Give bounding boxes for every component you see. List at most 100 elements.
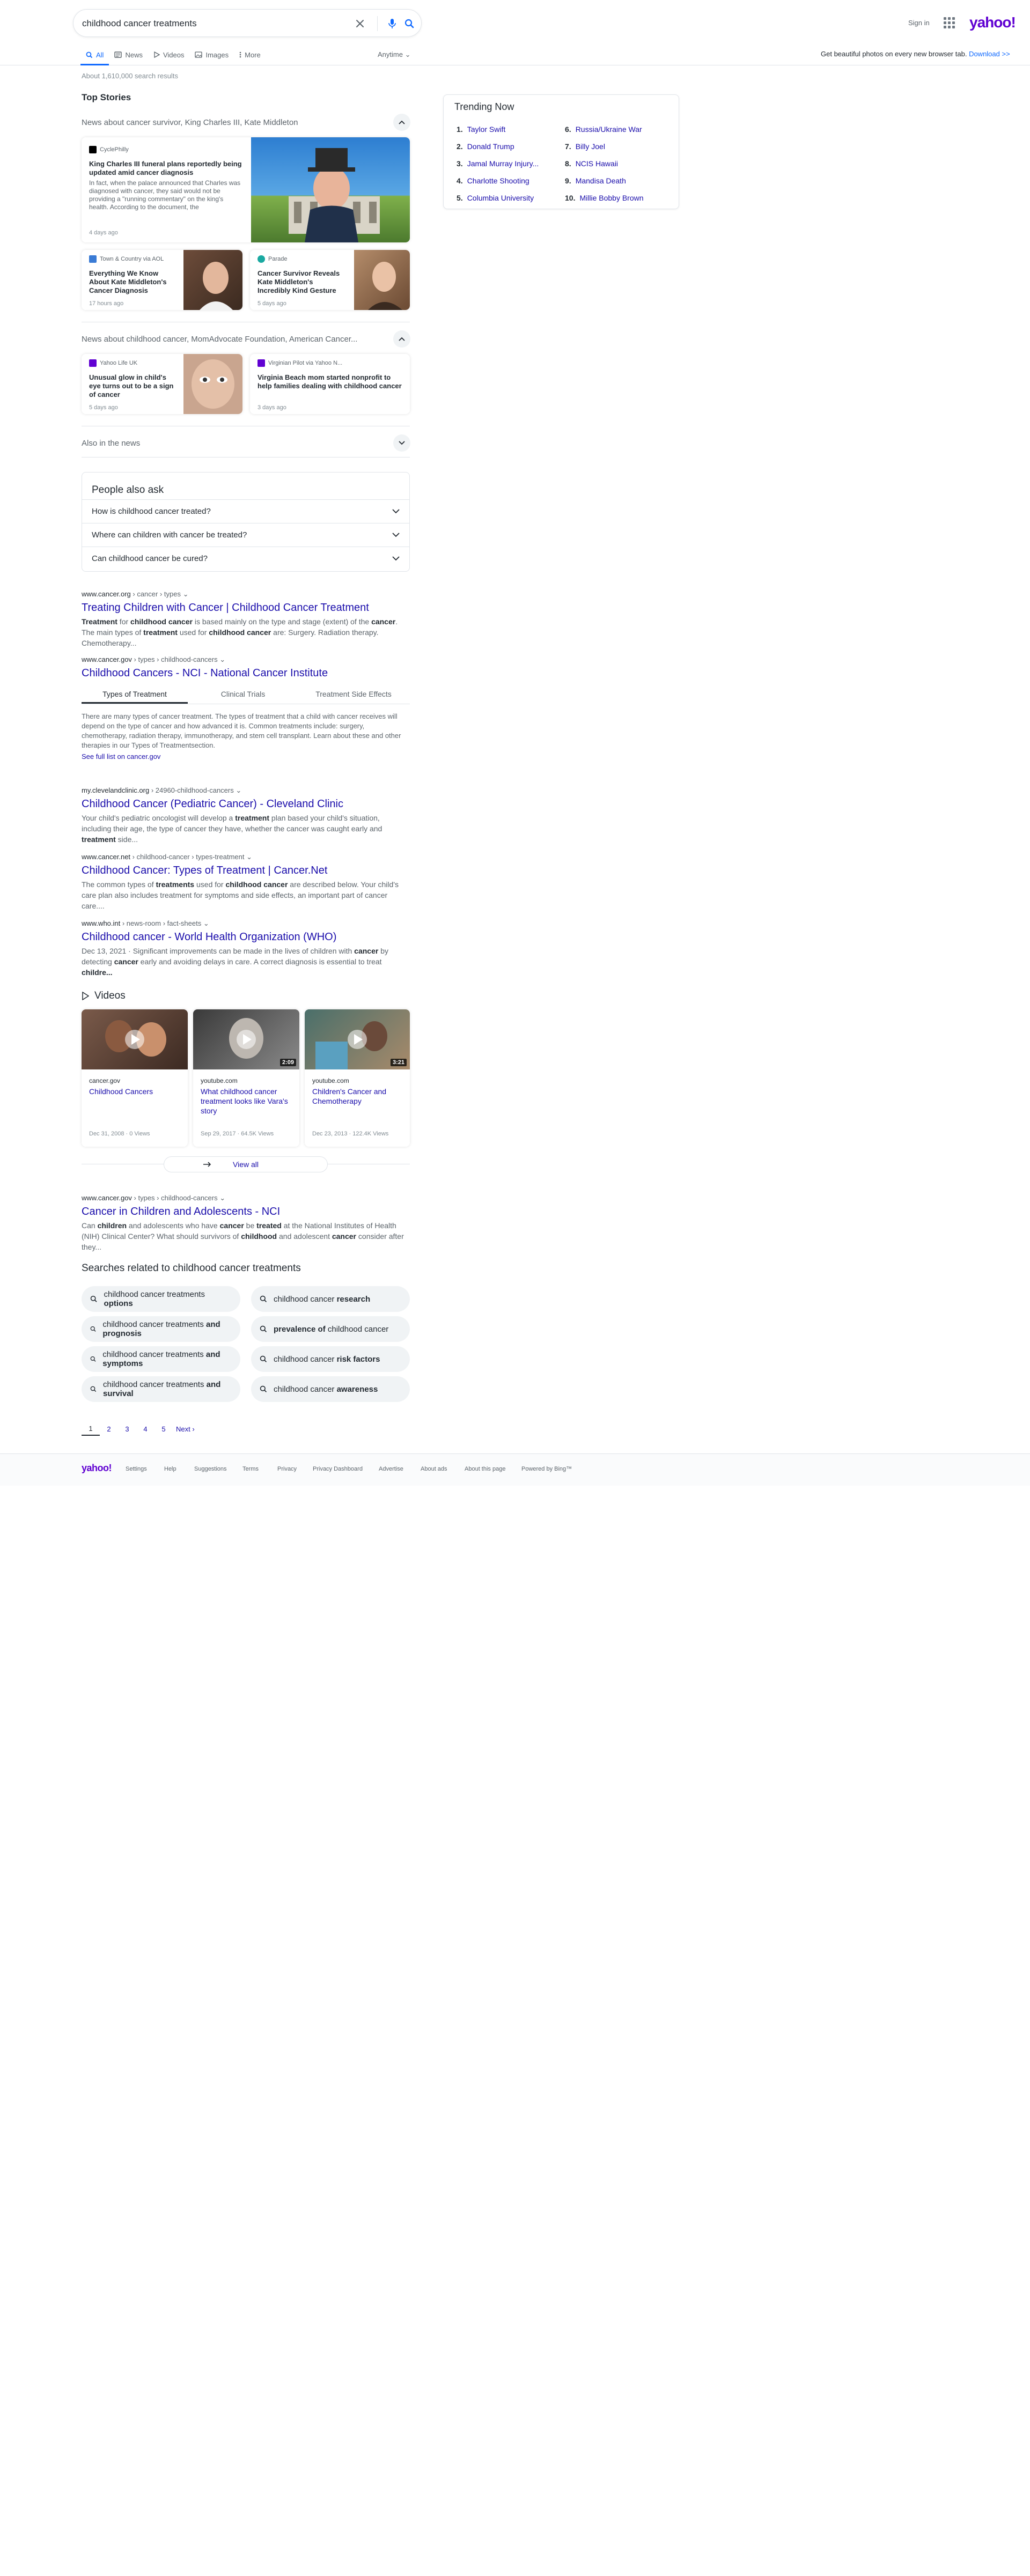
result-tab-types-of-treatment[interactable]: Types of Treatment [82, 686, 188, 704]
related-search-item[interactable]: prevalence of childhood cancer [251, 1316, 410, 1342]
tab-videos[interactable]: Videos [148, 46, 190, 63]
paa-question[interactable]: Where can children with cancer be treate… [82, 523, 409, 547]
result-title[interactable]: Cancer in Children and Adolescents - NCI [82, 1206, 410, 1218]
related-search-item[interactable]: childhood cancer awareness [251, 1376, 410, 1402]
page-1[interactable]: 1 [82, 1424, 100, 1436]
page-5[interactable]: 5 [154, 1425, 173, 1435]
footer-link[interactable]: Help [164, 1466, 176, 1472]
footer-link[interactable]: Privacy Dashboard [313, 1466, 363, 1472]
footer-link[interactable]: Advertise [379, 1466, 403, 1472]
story-thumbnail[interactable] [183, 354, 242, 414]
story-thumbnail[interactable] [251, 137, 410, 242]
story-title[interactable]: Everything We Know About Kate Middleton'… [89, 269, 178, 295]
related-search-item[interactable]: childhood cancer treatments options [82, 1286, 240, 1312]
chevron-down-icon[interactable]: ⌄ [219, 1194, 225, 1202]
trending-item[interactable]: 7. Billy Joel [565, 142, 605, 151]
video-title[interactable]: Children's Cancer and Chemotherapy [312, 1087, 403, 1106]
clear-search-button[interactable] [351, 15, 369, 32]
story-title[interactable]: Virginia Beach mom started nonprofit to … [258, 373, 402, 399]
video-thumbnail[interactable]: 2:09 [193, 1009, 299, 1069]
yahoo-logo[interactable]: yahoo! [969, 14, 1016, 31]
trending-item[interactable]: 10. Millie Bobby Brown [565, 194, 644, 202]
next-page-link[interactable]: Next › [176, 1425, 195, 1435]
sign-in-link[interactable]: Sign in [908, 19, 930, 27]
footer-link[interactable]: About ads [421, 1466, 447, 1472]
video-title[interactable]: Childhood Cancers [89, 1087, 180, 1096]
view-all-videos-button[interactable]: View all [164, 1156, 328, 1172]
result-tab-side-effects[interactable]: Treatment Side Effects [298, 686, 409, 704]
search-input[interactable] [82, 16, 340, 31]
trending-item[interactable]: 3. Jamal Murray Injury... [457, 159, 539, 168]
also-in-the-news-header[interactable]: Also in the news [82, 439, 140, 448]
result-url[interactable]: www.cancer.net › childhood-cancer › type… [82, 853, 410, 861]
trending-item[interactable]: 1. Taylor Swift [457, 125, 505, 134]
story-thumbnail[interactable] [183, 250, 242, 310]
story-card[interactable]: Parade Cancer Survivor Reveals Kate Midd… [250, 250, 410, 310]
footer-link[interactable]: Terms [242, 1466, 259, 1472]
result-title[interactable]: Childhood Cancers - NCI - National Cance… [82, 667, 410, 680]
collapse-button[interactable] [393, 330, 410, 348]
result-url[interactable]: my.clevelandclinic.org › 24960-childhood… [82, 786, 410, 795]
expand-button[interactable] [393, 434, 410, 452]
video-thumbnail[interactable]: 3:21 [305, 1009, 410, 1069]
result-title[interactable]: Childhood Cancer: Types of Treatment | C… [82, 865, 410, 877]
related-search-item[interactable]: childhood cancer research [251, 1286, 410, 1312]
promo-download-link[interactable]: Download >> [969, 50, 1010, 58]
see-full-list-link[interactable]: See full list on cancer.gov [82, 752, 410, 761]
related-search-item[interactable]: childhood cancer treatments and prognosi… [82, 1316, 240, 1342]
tab-more[interactable]: More [234, 46, 266, 63]
trending-item[interactable]: 5. Columbia University [457, 194, 534, 202]
related-search-item[interactable]: childhood cancer treatments and survival [82, 1376, 240, 1402]
page-4[interactable]: 4 [136, 1425, 154, 1435]
video-card[interactable]: cancer.gov Childhood Cancers Dec 31, 200… [82, 1009, 188, 1147]
story-title[interactable]: Unusual glow in child's eye turns out to… [89, 373, 178, 399]
trending-item[interactable]: 2. Donald Trump [457, 142, 514, 151]
footer-link[interactable]: Privacy [277, 1466, 297, 1472]
story-card[interactable]: Town & Country via AOL Everything We Kno… [82, 250, 242, 310]
paa-question[interactable]: Can childhood cancer be cured? [82, 547, 409, 570]
footer-link[interactable]: Settings [126, 1466, 147, 1472]
footer-link[interactable]: Powered by Bing™ [521, 1466, 572, 1472]
video-title[interactable]: What childhood cancer treatment looks li… [201, 1087, 292, 1116]
trending-item[interactable]: 8. NCIS Hawaii [565, 159, 618, 168]
search-box[interactable] [73, 9, 422, 37]
result-title[interactable]: Childhood cancer - World Health Organiza… [82, 931, 410, 943]
apps-grid-icon[interactable] [943, 16, 955, 29]
collapse-button[interactable] [393, 114, 410, 131]
video-card[interactable]: 3:21 youtube.com Children's Cancer and C… [305, 1009, 410, 1147]
story-title[interactable]: King Charles III funeral plans reportedl… [89, 160, 244, 177]
result-url[interactable]: www.who.int › news-room › fact-sheets ⌄ [82, 919, 410, 928]
footer-link[interactable]: Suggestions [194, 1466, 227, 1472]
trending-item[interactable]: 6. Russia/Ukraine War [565, 125, 642, 134]
chevron-down-icon[interactable]: ⌄ [236, 786, 241, 794]
paa-question[interactable]: How is childhood cancer treated? [82, 499, 409, 523]
chevron-down-icon[interactable]: ⌄ [183, 590, 189, 598]
tab-news[interactable]: News [109, 46, 148, 63]
page-3[interactable]: 3 [118, 1425, 136, 1435]
related-search-item[interactable]: childhood cancer treatments and symptoms [82, 1346, 240, 1372]
page-2[interactable]: 2 [100, 1425, 118, 1435]
result-title[interactable]: Treating Children with Cancer | Childhoo… [82, 602, 410, 614]
footer-yahoo-logo[interactable]: yahoo! [82, 1463, 112, 1474]
story-card[interactable]: Yahoo Life UK Unusual glow in child's ey… [82, 354, 242, 414]
video-thumbnail[interactable] [82, 1009, 188, 1069]
result-url[interactable]: www.cancer.org › cancer › types ⌄ [82, 590, 410, 599]
result-title[interactable]: Childhood Cancer (Pediatric Cancer) - Cl… [82, 798, 410, 810]
story-group-header[interactable]: News about childhood cancer, MomAdvocate… [82, 335, 357, 344]
story-title[interactable]: Cancer Survivor Reveals Kate Middleton's… [258, 269, 347, 295]
tab-all[interactable]: All [80, 46, 109, 65]
tab-images[interactable]: Images [189, 46, 234, 63]
chevron-down-icon[interactable]: ⌄ [246, 853, 252, 861]
main-story-card[interactable]: CyclePhilly King Charles III funeral pla… [82, 137, 410, 242]
story-card[interactable]: Virginian Pilot via Yahoo N... Virginia … [250, 354, 410, 414]
time-filter-dropdown[interactable]: Anytime ⌄ [378, 50, 411, 59]
footer-link[interactable]: About this page [465, 1466, 505, 1472]
search-button[interactable] [401, 15, 418, 32]
result-url[interactable]: www.cancer.gov › types › childhood-cance… [82, 1194, 410, 1202]
story-thumbnail[interactable] [354, 250, 410, 310]
trending-item[interactable]: 4. Charlotte Shooting [457, 176, 529, 185]
trending-item[interactable]: 9. Mandisa Death [565, 176, 626, 185]
chevron-down-icon[interactable]: ⌄ [219, 655, 225, 663]
story-group-header[interactable]: News about cancer survivor, King Charles… [82, 118, 298, 127]
result-tab-clinical-trials[interactable]: Clinical Trials [188, 686, 298, 704]
